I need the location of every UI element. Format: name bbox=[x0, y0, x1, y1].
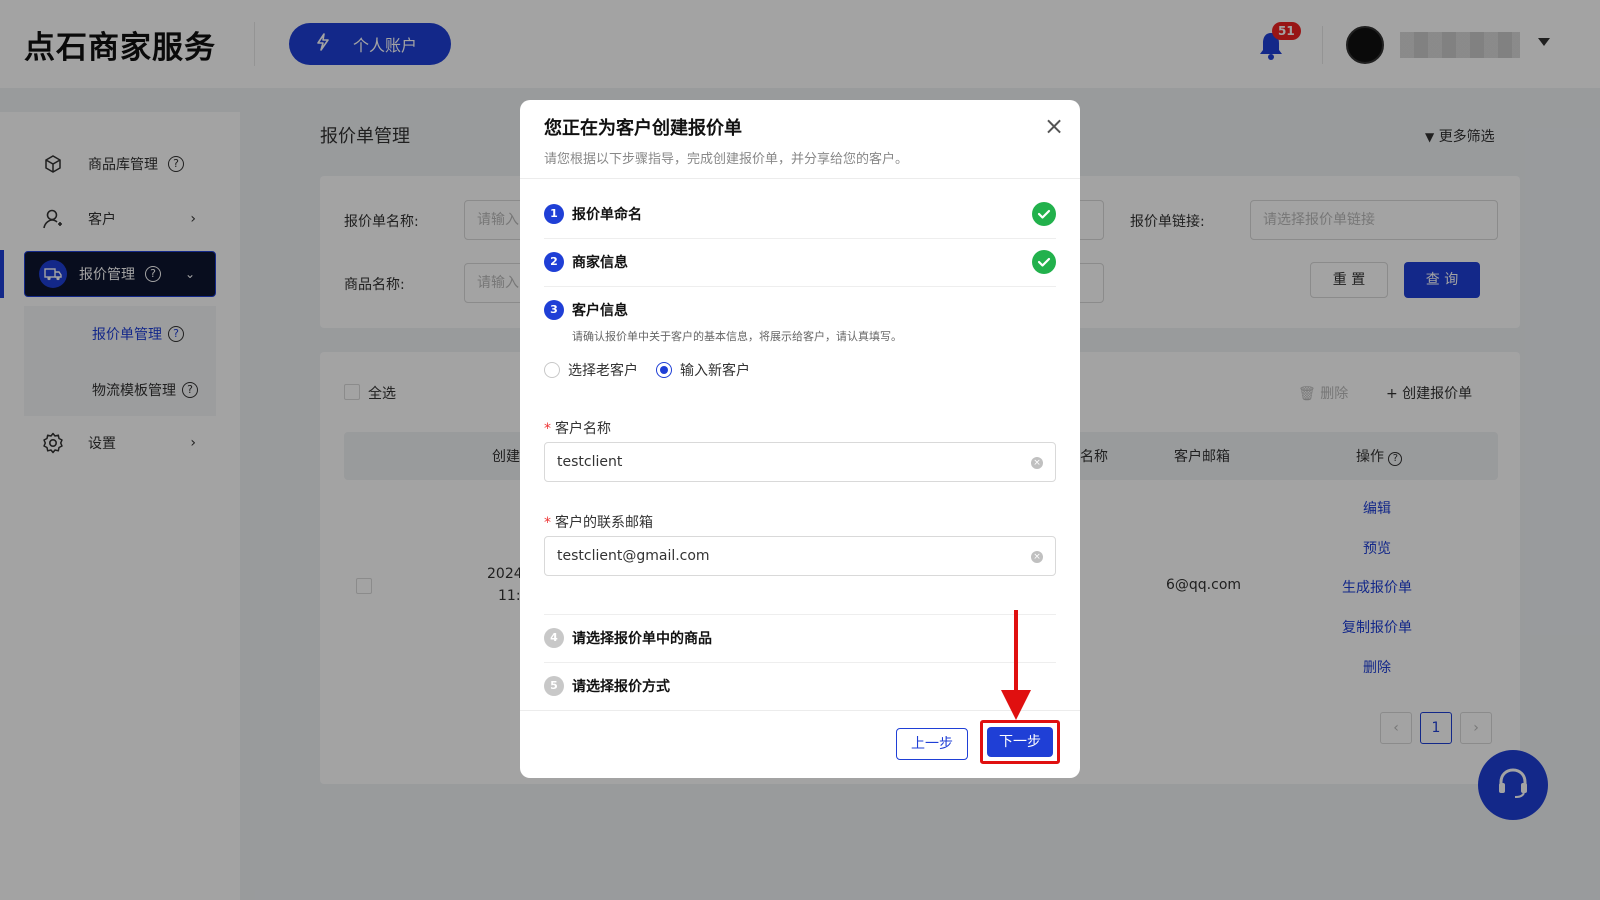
step-1[interactable]: 1 报价单命名 bbox=[544, 204, 642, 224]
modal-subtitle: 请您根据以下步骤指导，完成创建报价单，并分享给您的客户。 bbox=[544, 152, 909, 167]
check-circle-icon bbox=[1032, 250, 1056, 274]
radio-old-customer[interactable] bbox=[544, 362, 560, 378]
step-label: 报价单命名 bbox=[572, 207, 642, 223]
next-step-button[interactable]: 下一步 bbox=[987, 727, 1053, 757]
customer-name-label: * 客户名称 bbox=[544, 418, 611, 438]
step-5[interactable]: 5 请选择报价方式 bbox=[544, 676, 670, 696]
step-number: 1 bbox=[544, 204, 564, 224]
customer-email-label: * 客户的联系邮箱 bbox=[544, 512, 653, 532]
customer-name-label-text: 客户名称 bbox=[555, 421, 611, 437]
step-divider bbox=[544, 238, 1056, 239]
step-divider bbox=[544, 614, 1056, 615]
radio-new-customer-label[interactable]: 输入新客户 bbox=[680, 360, 750, 380]
radio-old-customer-label[interactable]: 选择老客户 bbox=[568, 360, 638, 380]
step-number: 4 bbox=[544, 628, 564, 648]
modal-divider bbox=[520, 178, 1080, 179]
step-label: 请选择报价单中的商品 bbox=[572, 631, 712, 647]
close-icon[interactable]: × bbox=[1044, 114, 1064, 138]
modal-footer-divider bbox=[520, 710, 1080, 711]
clear-icon[interactable]: × bbox=[1031, 551, 1043, 563]
step-number: 2 bbox=[544, 252, 564, 272]
next-step-highlight: 下一步 bbox=[980, 720, 1060, 764]
required-mark: * bbox=[544, 515, 551, 531]
annotation-arrow-shaft bbox=[1014, 610, 1018, 700]
customer-name-value: testclient bbox=[557, 454, 623, 470]
modal-title: 您正在为客户创建报价单 bbox=[544, 118, 742, 139]
customer-email-value: testclient@gmail.com bbox=[557, 548, 710, 564]
check-circle-icon bbox=[1032, 202, 1056, 226]
step-label: 请选择报价方式 bbox=[572, 679, 670, 695]
step-number: 5 bbox=[544, 676, 564, 696]
step-3[interactable]: 3 客户信息 bbox=[544, 300, 628, 320]
customer-email-label-text: 客户的联系邮箱 bbox=[555, 515, 653, 531]
step-4[interactable]: 4 请选择报价单中的商品 bbox=[544, 628, 712, 648]
step-label: 客户信息 bbox=[572, 303, 628, 319]
clear-icon[interactable]: × bbox=[1031, 457, 1043, 469]
step-number: 3 bbox=[544, 300, 564, 320]
step-divider bbox=[544, 286, 1056, 287]
radio-new-customer[interactable] bbox=[656, 362, 672, 378]
step-3-description: 请确认报价单中关于客户的基本信息，将展示给客户，请认真填写。 bbox=[572, 330, 902, 343]
customer-type-radio-group: 选择老客户 输入新客户 bbox=[544, 360, 750, 380]
step-label: 商家信息 bbox=[572, 255, 628, 271]
required-mark: * bbox=[544, 421, 551, 437]
create-quote-modal: 您正在为客户创建报价单 请您根据以下步骤指导，完成创建报价单，并分享给您的客户。… bbox=[520, 100, 1080, 778]
previous-step-button[interactable]: 上一步 bbox=[896, 728, 968, 760]
customer-email-input[interactable]: testclient@gmail.com × bbox=[544, 536, 1056, 576]
customer-name-input[interactable]: testclient × bbox=[544, 442, 1056, 482]
step-2[interactable]: 2 商家信息 bbox=[544, 252, 628, 272]
annotation-arrow-head bbox=[1001, 690, 1031, 720]
step-divider bbox=[544, 662, 1056, 663]
